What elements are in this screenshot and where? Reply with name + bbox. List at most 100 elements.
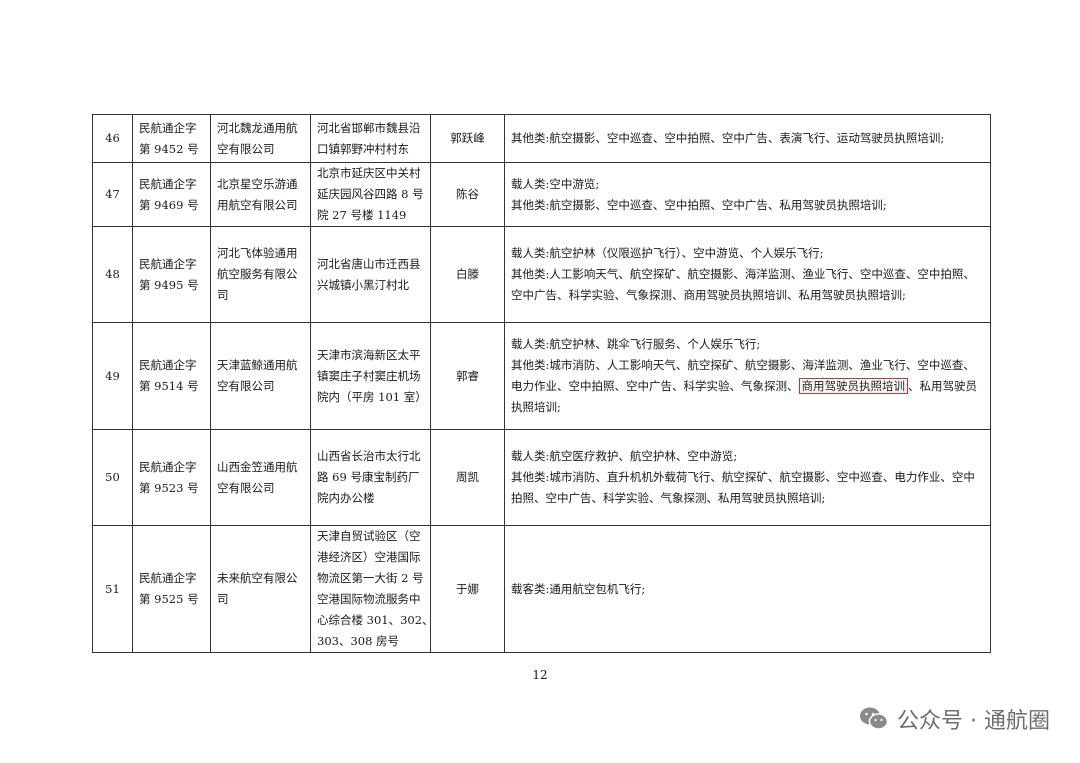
license-number-cell: 民航通企字第 9514 号	[132, 322, 211, 430]
cell-line: 天津蓝鲸通用航	[217, 358, 298, 372]
cell-line: 用航空有限公司	[217, 197, 298, 212]
cell-line: 第 9469 号	[139, 197, 199, 212]
company-name-cell: 北京星空乐游通 用航空有限公司	[210, 162, 311, 227]
legal-representative-cell: 郭睿	[430, 322, 505, 430]
address-cell: 天津市滨海新区太平 镇窦庄子村窦庄机场 院内（平房 101 室）	[310, 322, 431, 430]
cell-line: 口镇郭野冲村村东	[317, 141, 409, 156]
cell-line: 民航通企字	[139, 358, 197, 372]
cell-line: 第 9525 号	[139, 592, 199, 606]
cell-line: 天津市滨海新区太平	[317, 347, 421, 362]
business-scope-cell: 载客类:通用航空包机飞行;	[504, 525, 991, 653]
cell-line: 河北省唐山市迁西县	[317, 256, 421, 271]
cell-line: 北京星空乐游通	[217, 176, 298, 191]
cell-line: 民航通企字	[139, 176, 197, 191]
wechat-icon	[859, 706, 889, 732]
cell-line: 天津自贸试验区（空	[317, 529, 421, 543]
cell-line: 空有限公司	[217, 379, 275, 393]
cell-line: 执照培训;	[511, 400, 561, 414]
row-number-cell: 50	[92, 429, 133, 526]
company-name-cell: 河北飞体验通用 航空服务有限公司	[210, 226, 311, 323]
cell-line: 民航通企字	[139, 571, 197, 585]
cell-line: 空有限公司	[217, 480, 275, 495]
cell-line: 第 9523 号	[139, 480, 199, 495]
table-row: 47 民航通企字第 9469 号北京星空乐游通 用航空有限公司 北京市延庆区中关村 延庆…	[92, 162, 991, 227]
cell-line: 民航通企字	[139, 256, 197, 271]
cell-line: 其他类:城市消防、直升机机外载荷飞行、航空探矿、航空摄影、空中巡查、电力作业、空…	[511, 470, 975, 484]
cell-line: 第 9495 号	[139, 277, 199, 292]
cell-line: 空港国际物流服务中	[317, 592, 421, 606]
cell-line: 载人类:空中游览;	[511, 176, 600, 191]
company-name-cell: 山西金笠通用航 空有限公司	[210, 429, 311, 526]
cell-line: 兴城镇小黑汀村北	[317, 277, 409, 292]
business-scope-cell: 载人类:空中游览; 其他类:航空摄影、空中巡查、空中拍照、空中广告、私用驾驶员执照…	[504, 162, 991, 227]
business-scope-cell: 载人类:航空护林、跳伞飞行服务、个人娱乐飞行; 其他类:城市消防、人工影响天气、航…	[504, 322, 991, 430]
document-page: 46 民航通企字第 9452 号河北魏龙通用航 空有限公司 河北省邯郸市魏县沿 口镇郭野…	[0, 0, 1080, 763]
cell-line: 司	[217, 592, 229, 606]
cell-line: 载人类:航空护林（仪限巡护飞行）、空中游览、个人娱乐飞行;	[511, 246, 824, 260]
business-scope-cell: 载人类:航空护林（仪限巡护飞行）、空中游览、个人娱乐飞行; 其他类:人工影响天气、…	[504, 226, 991, 323]
license-number-cell: 民航通企字第 9525 号	[132, 525, 211, 653]
cell-line: 载人类:航空护林、跳伞飞行服务、个人娱乐飞行;	[511, 337, 761, 351]
watermark: 公众号 · 通航圈	[859, 703, 1050, 735]
cell-line: 航空服务有限公	[217, 267, 298, 281]
scope-text: 、私用驾驶员	[908, 379, 977, 393]
cell-line: 河北飞体验通用	[217, 246, 298, 260]
highlighted-scope-item: 商用驾驶员执照培训	[798, 378, 908, 394]
table-row: 51 民航通企字第 9525 号未来航空有限公司天津自贸试验区（空 港经济区）空港国…	[92, 525, 991, 653]
business-scope-cell: 其他类:航空摄影、空中巡查、空中拍照、空中广告、表演飞行、运动驾驶员执照培训;	[504, 114, 991, 163]
cell-line: 北京市延庆区中关村	[317, 166, 421, 180]
cell-line: 物流区第一大街 2 号	[317, 571, 424, 585]
legal-representative-cell: 于娜	[430, 525, 505, 653]
company-name-cell: 未来航空有限公司	[210, 525, 311, 653]
cell-line: 民航通企字	[139, 120, 197, 135]
table-row: 46 民航通企字第 9452 号河北魏龙通用航 空有限公司 河北省邯郸市魏县沿 口镇郭野…	[92, 114, 991, 163]
row-number-cell: 51	[92, 525, 133, 653]
watermark-text: 公众号 · 通航圈	[897, 709, 1050, 734]
address-cell: 河北省邯郸市魏县沿 口镇郭野冲村村东	[310, 114, 431, 163]
cell-line: 其他类:人工影响天气、航空探矿、航空摄影、海洋监测、渔业飞行、空中巡查、空中拍照…	[511, 267, 975, 281]
cell-line: 未来航空有限公	[217, 571, 298, 585]
cell-line: 空有限公司	[217, 141, 275, 156]
cell-line: 院 27 号楼 1149	[317, 208, 407, 222]
cell-line: 心综合楼 301、302、	[317, 613, 431, 627]
cell-line: 山西省长治市太行北	[317, 449, 421, 463]
address-cell: 天津自贸试验区（空 港经济区）空港国际 物流区第一大街 2 号空港国际物流服务中 心综…	[310, 525, 431, 653]
row-number-cell: 46	[92, 114, 133, 163]
cell-line: 载人类:航空医疗救护、航空护林、空中游览;	[511, 449, 738, 463]
scope-text: 电力作业、空中拍照、空中广告、科学实验、气象探测、	[511, 379, 799, 393]
row-number-cell: 48	[92, 226, 133, 323]
table-row: 50 民航通企字第 9523 号山西金笠通用航 空有限公司 山西省长治市太行北路 69…	[92, 429, 991, 526]
license-number-cell: 民航通企字第 9495 号	[132, 226, 211, 323]
page-number: 12	[532, 668, 548, 682]
cell-line: 延庆园风谷四路 8 号	[317, 187, 424, 201]
license-number-cell: 民航通企字第 9469 号	[132, 162, 211, 227]
company-name-cell: 天津蓝鲸通用航 空有限公司	[210, 322, 311, 430]
legal-representative-cell: 陈谷	[430, 162, 505, 227]
cell-line: 河北省邯郸市魏县沿	[317, 120, 421, 135]
cell-line: 第 9452 号	[139, 141, 199, 156]
address-cell: 河北省唐山市迁西县 兴城镇小黑汀村北	[310, 226, 431, 323]
table-row: 48 民航通企字第 9495 号河北飞体验通用 航空服务有限公司河北省唐山市迁西县兴…	[92, 226, 991, 323]
cell-line: 镇窦庄子村窦庄机场	[317, 368, 421, 383]
company-name-cell: 河北魏龙通用航 空有限公司	[210, 114, 311, 163]
cell-line: 其他类:城市消防、人工影响天气、航空探矿、航空摄影、海洋监测、渔业飞行、空中巡查…	[511, 358, 975, 372]
table-row: 49 民航通企字第 9514 号天津蓝鲸通用航 空有限公司 天津市滨海新区太平 镇窦庄子…	[92, 322, 991, 430]
cell-line: 院内（平房 101 室）	[317, 389, 427, 404]
cell-line: 其他类:航空摄影、空中巡查、空中拍照、空中广告、私用驾驶员执照培训;	[511, 197, 887, 212]
business-scope-cell: 载人类:航空医疗救护、航空护林、空中游览; 其他类:城市消防、直升机机外载荷飞行、…	[504, 429, 991, 526]
cell-line: 民航通企字	[139, 459, 197, 474]
address-cell: 山西省长治市太行北路 69 号康宝制药厂 院内办公楼	[310, 429, 431, 526]
cell-line: 载客类:通用航空包机飞行;	[511, 581, 646, 596]
cell-line: 其他类:航空摄影、空中巡查、空中拍照、空中广告、表演飞行、运动驾驶员执照培训;	[511, 131, 945, 145]
address-cell: 北京市延庆区中关村 延庆园风谷四路 8 号院 27 号楼 1149	[310, 162, 431, 227]
legal-representative-cell: 周凯	[430, 429, 505, 526]
legal-representative-cell: 白滕	[430, 226, 505, 323]
cell-line: 山西金笠通用航	[217, 459, 298, 474]
cell-line: 空中广告、科学实验、气象探测、商用驾驶员执照培训、私用驾驶员执照培训;	[511, 288, 906, 302]
cell-line: 院内办公楼	[317, 491, 375, 505]
row-number-cell: 47	[92, 162, 133, 227]
cell-line: 第 9514 号	[139, 379, 199, 393]
cell-line: 司	[217, 288, 229, 302]
cell-line: 拍照、空中广告、科学实验、气象探测、私用驾驶员执照培训;	[511, 491, 826, 505]
cell-line: 路 69 号康宝制药厂	[317, 470, 420, 484]
